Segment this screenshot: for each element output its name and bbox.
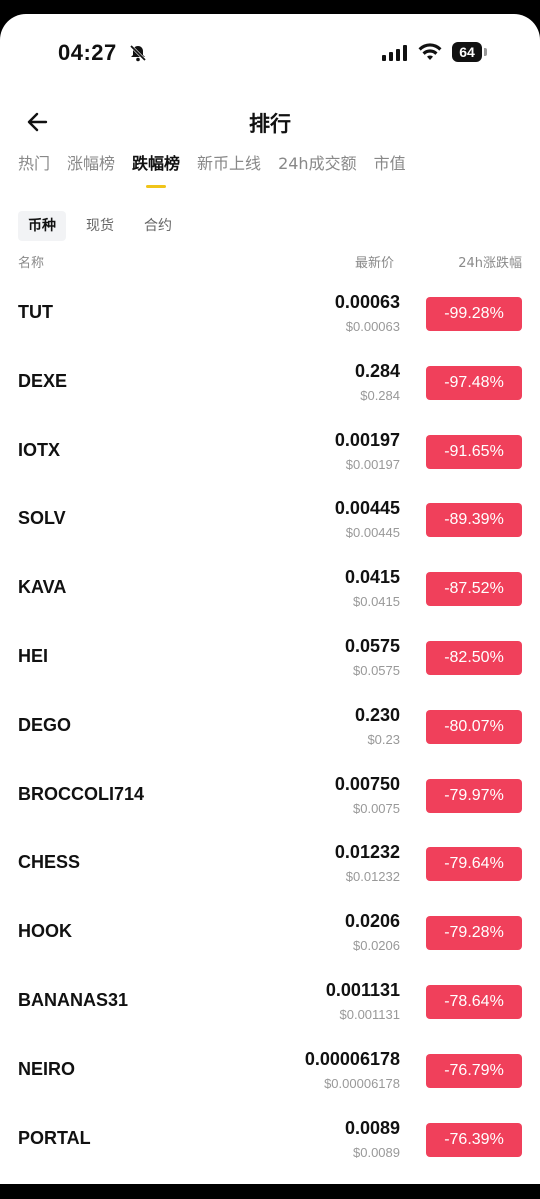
- change-badge[interactable]: -78.64%: [426, 984, 522, 1019]
- last-price: 0.230: [354, 704, 400, 725]
- change-badge[interactable]: -76.39%: [426, 1122, 522, 1157]
- status-time: 04:27: [58, 40, 117, 65]
- list-item[interactable]: HOOK 0.0206 $0.0206 -79.28%: [0, 899, 540, 968]
- cellular-signal-icon: [382, 45, 407, 61]
- coin-symbol: BROCCOLI714: [18, 783, 145, 804]
- usd-price: $0.0206: [353, 938, 400, 954]
- bell-muted-icon: [129, 44, 147, 62]
- list-item[interactable]: CHESS 0.01232 $0.01232 -79.64%: [0, 830, 540, 899]
- last-price: 0.284: [354, 360, 400, 381]
- last-price: 0.00750: [334, 773, 400, 794]
- coin-symbol: SOLV: [18, 508, 66, 529]
- coin-symbol: KAVA: [18, 577, 67, 598]
- usd-price: $0.0415: [353, 594, 400, 610]
- ranking-list: TUT 0.00063 $0.00063 -99.28% DEXE 0.284 $0.284…: [0, 280, 540, 1184]
- subtab-0[interactable]: 币种: [18, 211, 66, 241]
- usd-price: $0.00063: [345, 319, 400, 334]
- wifi-icon: [418, 43, 442, 60]
- coin-symbol: CHESS: [18, 852, 81, 873]
- subtab-1[interactable]: 现货: [76, 211, 124, 241]
- last-price: 0.00063: [334, 292, 400, 312]
- coin-symbol: PORTAL: [18, 1127, 91, 1148]
- usd-price: $0.001131: [339, 1006, 401, 1022]
- change-badge[interactable]: -79.64%: [426, 847, 522, 882]
- last-price: 0.0206: [344, 911, 400, 932]
- list-item[interactable]: BANANAS31 0.001131 $0.001131 -78.64%: [0, 968, 540, 1037]
- tab-1[interactable]: 涨幅榜: [67, 152, 115, 192]
- change-badge[interactable]: -82.50%: [426, 640, 522, 675]
- list-item[interactable]: TUT 0.00063 $0.00063 -99.28%: [0, 280, 540, 349]
- usd-price: $0.00197: [345, 456, 400, 472]
- usd-price: $0.0075: [353, 800, 400, 816]
- coin-symbol: IOTX: [18, 439, 61, 460]
- status-bar: 04:27 64: [0, 14, 540, 94]
- list-item[interactable]: NEIRO 0.00006178 $0.00006178 -76.79%: [0, 1037, 540, 1106]
- coin-symbol: HEI: [18, 645, 49, 666]
- last-price: 0.00445: [334, 498, 400, 519]
- change-badge[interactable]: -99.28%: [426, 297, 522, 331]
- change-badge[interactable]: -89.39%: [426, 503, 522, 538]
- tab-5[interactable]: 市值: [374, 152, 406, 192]
- battery-tip: [484, 48, 487, 56]
- list-item[interactable]: DEGO 0.230 $0.23 -80.07%: [0, 693, 540, 762]
- usd-price: $0.284: [360, 387, 400, 403]
- usd-price: $0.23: [367, 731, 400, 747]
- market-type-tabs: 币种 现货 合约: [18, 211, 192, 243]
- change-badge[interactable]: -79.28%: [426, 916, 522, 951]
- header: 排行: [0, 94, 540, 150]
- last-price: 0.00197: [334, 429, 400, 450]
- last-price: 0.0415: [344, 567, 400, 588]
- page-title: 排行: [249, 112, 291, 136]
- change-badge[interactable]: -80.07%: [426, 709, 522, 744]
- coin-symbol: HOOK: [18, 921, 72, 942]
- app-screen: 04:27 64 排行 热门 涨幅榜 跌幅榜 新币上线 24h成交额 市值 币种 现货 合约: [0, 14, 540, 1184]
- usd-price: $0.01232: [345, 869, 400, 885]
- last-price: 0.001131: [325, 979, 400, 1000]
- list-item[interactable]: SOLV 0.00445 $0.00445 -89.39%: [0, 486, 540, 555]
- last-price: 0.00006178: [304, 1048, 400, 1069]
- coin-symbol: TUT: [18, 302, 53, 322]
- column-headers: 名称 最新价 24h涨跌幅: [0, 250, 540, 274]
- change-badge[interactable]: -91.65%: [426, 434, 522, 469]
- list-item[interactable]: PORTAL 0.0089 $0.0089 -76.39%: [0, 1106, 540, 1175]
- change-badge[interactable]: -79.97%: [426, 778, 522, 813]
- last-price: 0.0089: [344, 1117, 400, 1138]
- last-price: 0.01232: [334, 842, 400, 863]
- usd-price: $0.00445: [345, 525, 400, 541]
- change-badge[interactable]: -97.48%: [426, 365, 522, 400]
- column-change-header[interactable]: 24h涨跌幅: [458, 252, 522, 271]
- list-item[interactable]: DEXE 0.284 $0.284 -97.48%: [0, 349, 540, 418]
- usd-price: $0.0089: [353, 1144, 400, 1160]
- list-item[interactable]: 0.1006: [0, 1174, 540, 1184]
- change-badge[interactable]: -87.52%: [426, 572, 522, 607]
- coin-symbol: NEIRO: [18, 1058, 76, 1079]
- column-price-header[interactable]: 最新价: [355, 252, 394, 271]
- usd-price: $0.00006178: [324, 1075, 400, 1091]
- tab-4[interactable]: 24h成交额: [278, 152, 357, 192]
- coin-symbol: DEXE: [18, 370, 68, 391]
- battery-icon: 64: [452, 42, 482, 62]
- tab-2[interactable]: 跌幅榜: [132, 152, 180, 192]
- change-badge[interactable]: -76.79%: [426, 1053, 522, 1088]
- list-item[interactable]: HEI 0.0575 $0.0575 -82.50%: [0, 624, 540, 693]
- list-item[interactable]: IOTX 0.00197 $0.00197 -91.65%: [0, 418, 540, 487]
- list-item[interactable]: KAVA 0.0415 $0.0415 -87.52%: [0, 555, 540, 624]
- tab-3[interactable]: 新币上线: [197, 152, 261, 192]
- usd-price: $0.0575: [353, 662, 400, 678]
- tab-0[interactable]: 热门: [18, 152, 50, 192]
- last-price: 0.0575: [344, 635, 400, 656]
- coin-symbol: BANANAS31: [18, 989, 129, 1010]
- ranking-tabs: 热门 涨幅榜 跌幅榜 新币上线 24h成交额 市值: [18, 152, 423, 202]
- coin-symbol: DEGO: [18, 714, 72, 735]
- subtab-2[interactable]: 合约: [134, 211, 182, 241]
- list-item[interactable]: BROCCOLI714 0.00750 $0.0075 -79.97%: [0, 762, 540, 831]
- column-name-header: 名称: [18, 256, 45, 271]
